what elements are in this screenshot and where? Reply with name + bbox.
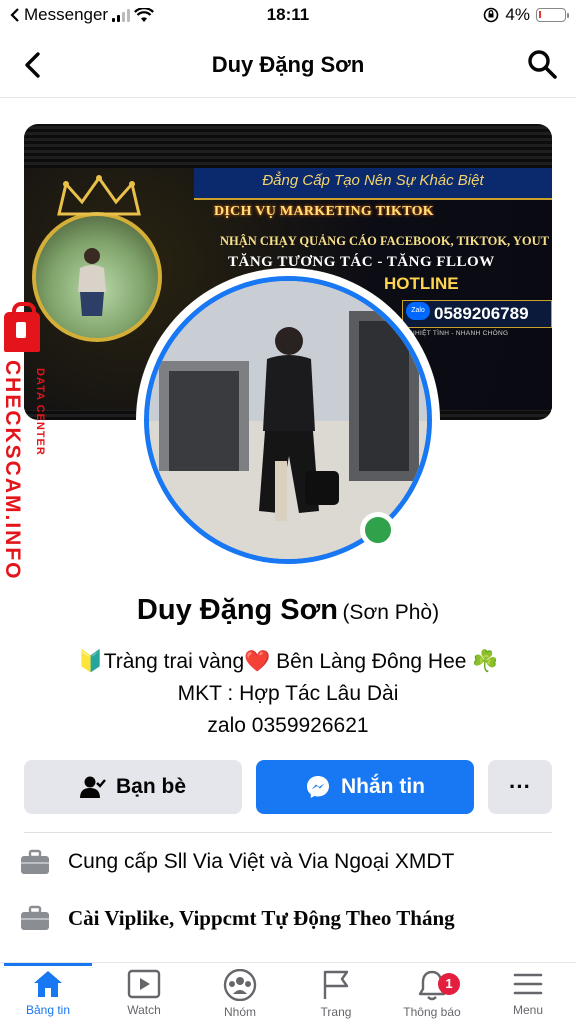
message-button-label: Nhắn tin	[341, 775, 425, 798]
nav-label: Trang	[320, 1005, 352, 1019]
nav-notifications[interactable]: 1 Thông báo	[384, 969, 480, 1019]
status-right: 4%	[483, 5, 569, 25]
active-tab-indicator	[4, 963, 92, 966]
cover-hotline: HOTLINE	[384, 274, 459, 293]
briefcase-icon	[21, 849, 49, 874]
bio-line: zalo 0359926621	[207, 714, 369, 737]
info-text: Cài Viplike, Vippcmt Tự Động Theo Tháng	[68, 905, 455, 930]
messenger-icon	[307, 776, 329, 798]
search-icon[interactable]	[526, 48, 558, 80]
nav-label: Thông báo	[403, 1005, 461, 1019]
zalo-badge: Zalo	[406, 302, 430, 320]
nav-news-feed[interactable]: Bảng tin	[0, 969, 96, 1017]
cover-phone: 0589206789	[434, 304, 529, 323]
nav-label: Bảng tin	[25, 1003, 71, 1017]
nav-label: Nhóm	[223, 1005, 256, 1019]
battery-icon	[536, 8, 569, 22]
nav-groups[interactable]: Nhóm	[192, 969, 288, 1019]
home-icon	[34, 971, 62, 997]
info-row-work: Cài Viplike, Vippcmt Tự Động Theo Tháng	[20, 898, 556, 938]
nav-menu[interactable]: Menu	[480, 969, 576, 1017]
online-status-dot	[360, 512, 396, 548]
watch-video-icon	[127, 969, 161, 999]
friend-check-icon	[79, 776, 106, 798]
orientation-lock-icon	[484, 7, 499, 23]
cover-tagline: Đẳng Cấp Tạo Nên Sự Khác Biệt	[262, 172, 484, 189]
profile-name-line: Duy Đặng Sơn (Sơn Phò)	[0, 594, 576, 627]
info-row-work: Cung cấp Sll Via Việt và Via Ngoại XMDT	[20, 842, 556, 882]
info-text: Cung cấp Sll Via Việt và Via Ngoại XMDT	[68, 850, 455, 873]
section-divider	[24, 832, 552, 833]
profile-alt-name: (Sơn Phò)	[342, 601, 440, 624]
bio-line: 🔰Tràng trai vàng❤️ Bên Làng Đông Hee ☘️	[77, 650, 499, 673]
more-options-button[interactable]: ···	[488, 760, 552, 814]
more-dots-icon: ···	[509, 774, 531, 799]
flag-icon	[323, 970, 349, 999]
cover-subline: NHIỆT TÌNH - NHANH CHÓNG	[410, 330, 509, 337]
briefcase-icon	[21, 905, 49, 930]
groups-icon	[223, 969, 257, 1001]
watermark-lock-icon	[4, 302, 40, 352]
cover-person-figure	[78, 248, 106, 316]
cover-line-1: NHẬN CHẠY QUẢNG CÁO FACEBOOK, TIKTOK, YO…	[220, 234, 549, 248]
profile-header: Duy Đặng Sơn	[0, 32, 576, 98]
status-bar: Messenger 18:11 4%	[0, 0, 576, 32]
bottom-navigation: Bảng tin Watch Nhóm Trang 1 Thông báo Me…	[0, 962, 576, 1024]
battery-percent: 4%	[505, 5, 530, 24]
page-title: Duy Đặng Sơn	[211, 52, 365, 77]
cover-service-title: DỊCH VỤ MARKETING TIKTOK	[214, 204, 434, 219]
nav-label: Watch	[127, 1003, 161, 1017]
notification-badge: 1	[438, 973, 460, 995]
friends-button-label: Bạn bè	[115, 775, 186, 798]
hamburger-menu-icon	[513, 973, 543, 995]
nav-watch[interactable]: Watch	[96, 969, 192, 1017]
watermark-text: CHECKSCAM.INFO	[1, 360, 24, 581]
friends-button[interactable]: Bạn bè	[24, 760, 242, 814]
message-button[interactable]: Nhắn tin	[256, 760, 474, 814]
profile-name: Duy Đặng Sơn	[136, 594, 338, 626]
nav-pages[interactable]: Trang	[288, 969, 384, 1019]
watermark-subtext: DATA CENTER	[34, 368, 46, 456]
profile-bio: 🔰Tràng trai vàng❤️ Bên Làng Đông Hee ☘️ …	[0, 646, 576, 742]
crown-icon	[57, 175, 141, 216]
bio-line: MKT : Hợp Tác Lâu Dài	[177, 682, 399, 705]
nav-label: Menu	[512, 1003, 544, 1017]
